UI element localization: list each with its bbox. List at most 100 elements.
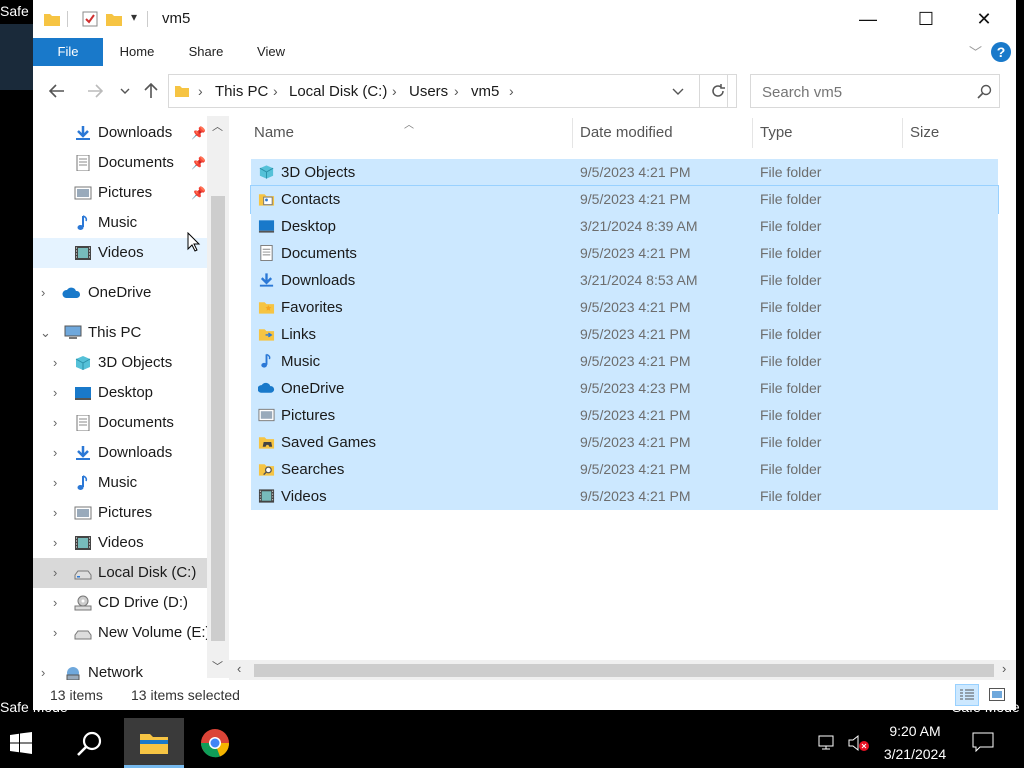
horizontal-scrollbar[interactable]: ‹ › (229, 660, 1016, 680)
maximize-button[interactable]: ☐ (897, 0, 955, 38)
file-explorer-icon (140, 734, 168, 754)
nav-item-documents[interactable]: › Documents (33, 408, 207, 438)
nav-item-3d-objects[interactable]: › 3D Objects (33, 348, 207, 378)
tab-share[interactable]: Share (181, 38, 231, 66)
column-divider[interactable] (902, 118, 903, 148)
search-icon[interactable] (977, 84, 992, 99)
up-button[interactable] (139, 78, 163, 104)
tab-view[interactable]: View (249, 38, 293, 66)
tab-file[interactable]: File (33, 38, 103, 66)
file-row[interactable]: Contacts 9/5/2023 4:21 PM File folder (250, 185, 999, 214)
file-row[interactable]: Links 9/5/2023 4:21 PM File folder (251, 321, 998, 348)
chevron-down-icon[interactable]: ⌄ (40, 325, 51, 341)
clock-date[interactable]: 3/21/2024 (876, 746, 954, 762)
refresh-button[interactable] (699, 74, 737, 108)
breadcrumb-local-disk[interactable]: Local Disk (C:) (289, 83, 387, 100)
nav-item-pictures[interactable]: Pictures 📌 (33, 178, 207, 208)
recent-locations-button[interactable] (113, 78, 137, 104)
file-row[interactable]: Pictures 9/5/2023 4:21 PM File folder (251, 402, 998, 429)
action-center-button[interactable] (972, 732, 994, 756)
nav-item-videos[interactable]: Videos (33, 238, 207, 268)
column-header-size[interactable]: Size (910, 124, 939, 141)
search-box[interactable] (750, 74, 1000, 108)
nav-item-downloads[interactable]: Downloads 📌 (33, 118, 207, 148)
customize-toolbar-icon[interactable]: ▾ (131, 10, 137, 24)
file-row[interactable]: Downloads 3/21/2024 8:53 AM File folder (251, 267, 998, 294)
chevron-right-icon[interactable]: › (53, 565, 57, 580)
new-folder-icon[interactable] (105, 10, 123, 28)
file-row[interactable]: OneDrive 9/5/2023 4:23 PM File folder (251, 375, 998, 402)
taskbar-chrome[interactable] (200, 728, 230, 762)
chevron-right-icon[interactable]: › (53, 595, 57, 610)
file-row[interactable]: Saved Games 9/5/2023 4:21 PM File folder (251, 429, 998, 456)
address-history-chevron-icon[interactable] (672, 88, 684, 96)
nav-item-new-volume[interactable]: › New Volume (E:) (33, 618, 211, 648)
scroll-up-icon[interactable]: ︿ (212, 118, 223, 134)
nav-item-downloads[interactable]: › Downloads (33, 438, 207, 468)
scroll-down-icon[interactable]: ﹀ (212, 658, 223, 674)
start-button[interactable] (10, 732, 32, 758)
scroll-right-icon[interactable]: › (1002, 661, 1006, 676)
forward-button[interactable] (83, 78, 107, 104)
search-input[interactable] (760, 82, 974, 102)
tab-home[interactable]: Home (111, 38, 163, 66)
address-bar[interactable]: › This PC › Local Disk (C:) › Users › vm… (168, 74, 728, 108)
scroll-left-icon[interactable]: ‹ (237, 661, 241, 676)
nav-item-videos[interactable]: › Videos (33, 528, 207, 558)
music-icon (77, 215, 88, 230)
column-divider[interactable] (752, 118, 753, 148)
chevron-right-icon[interactable]: › (53, 445, 57, 460)
file-row[interactable]: Desktop 3/21/2024 8:39 AM File folder (251, 213, 998, 240)
chevron-right-icon[interactable]: › (53, 355, 57, 370)
clock-time[interactable]: 9:20 AM (880, 723, 950, 739)
search-button[interactable] (76, 730, 104, 762)
breadcrumb-this-pc[interactable]: This PC (215, 83, 268, 100)
nav-item-this-pc[interactable]: ⌄ This PC (33, 318, 207, 348)
scrollbar-thumb[interactable] (254, 664, 994, 677)
chevron-right-icon[interactable]: › (41, 665, 45, 680)
column-header-name[interactable]: Name (254, 124, 294, 141)
column-header-type[interactable]: Type (760, 124, 793, 141)
chevron-right-icon[interactable]: › (53, 505, 57, 520)
file-type: File folder (760, 191, 822, 207)
expand-ribbon-icon[interactable]: ﹀ (969, 42, 982, 61)
chevron-right-icon[interactable]: › (53, 415, 57, 430)
file-row[interactable]: Favorites 9/5/2023 4:21 PM File folder (251, 294, 998, 321)
breadcrumb-users[interactable]: Users (409, 83, 448, 100)
file-row[interactable]: 3D Objects 9/5/2023 4:21 PM File folder (251, 159, 998, 186)
breadcrumb-vm5[interactable]: vm5 (471, 83, 499, 100)
nav-item-music[interactable]: Music (33, 208, 207, 238)
chevron-right-icon[interactable]: › (53, 535, 57, 550)
help-icon[interactable]: ? (991, 42, 1011, 62)
column-header-date[interactable]: Date modified (580, 124, 673, 141)
scrollbar-thumb[interactable] (211, 196, 225, 641)
nav-item-desktop[interactable]: › Desktop (33, 378, 207, 408)
large-icons-view-button[interactable] (985, 684, 1009, 706)
close-button[interactable]: ✕ (955, 0, 1013, 38)
taskbar-file-explorer[interactable] (124, 718, 184, 768)
column-divider[interactable] (572, 118, 573, 148)
pictures-icon (74, 506, 92, 520)
network-tray-icon[interactable] (818, 735, 838, 755)
file-row[interactable]: Videos 9/5/2023 4:21 PM File folder (251, 483, 998, 510)
properties-icon[interactable] (81, 10, 99, 28)
nav-item-cd-drive[interactable]: › CD Drive (D:) (33, 588, 207, 618)
chevron-right-icon[interactable]: › (53, 385, 57, 400)
navigation-scrollbar[interactable]: ︿ ﹀ (207, 116, 229, 678)
volume-tray-icon[interactable] (848, 734, 870, 756)
chevron-right-icon[interactable]: › (41, 285, 45, 300)
address-row: › This PC › Local Disk (C:) › Users › vm… (33, 66, 1016, 116)
nav-item-music[interactable]: › Music (33, 468, 207, 498)
minimize-button[interactable]: — (839, 0, 897, 38)
details-view-button[interactable] (955, 684, 979, 706)
chevron-right-icon[interactable]: › (53, 475, 57, 490)
nav-item-onedrive[interactable]: › OneDrive (33, 278, 207, 308)
back-button[interactable] (45, 78, 69, 104)
nav-item-documents[interactable]: Documents 📌 (33, 148, 207, 178)
nav-item-local-disk[interactable]: › Local Disk (C:) (33, 558, 207, 588)
file-row[interactable]: Music 9/5/2023 4:21 PM File folder (251, 348, 998, 375)
nav-item-pictures[interactable]: › Pictures (33, 498, 207, 528)
file-row[interactable]: Documents 9/5/2023 4:21 PM File folder (251, 240, 998, 267)
chevron-right-icon[interactable]: › (53, 625, 57, 640)
file-row[interactable]: Searches 9/5/2023 4:21 PM File folder (251, 456, 998, 483)
